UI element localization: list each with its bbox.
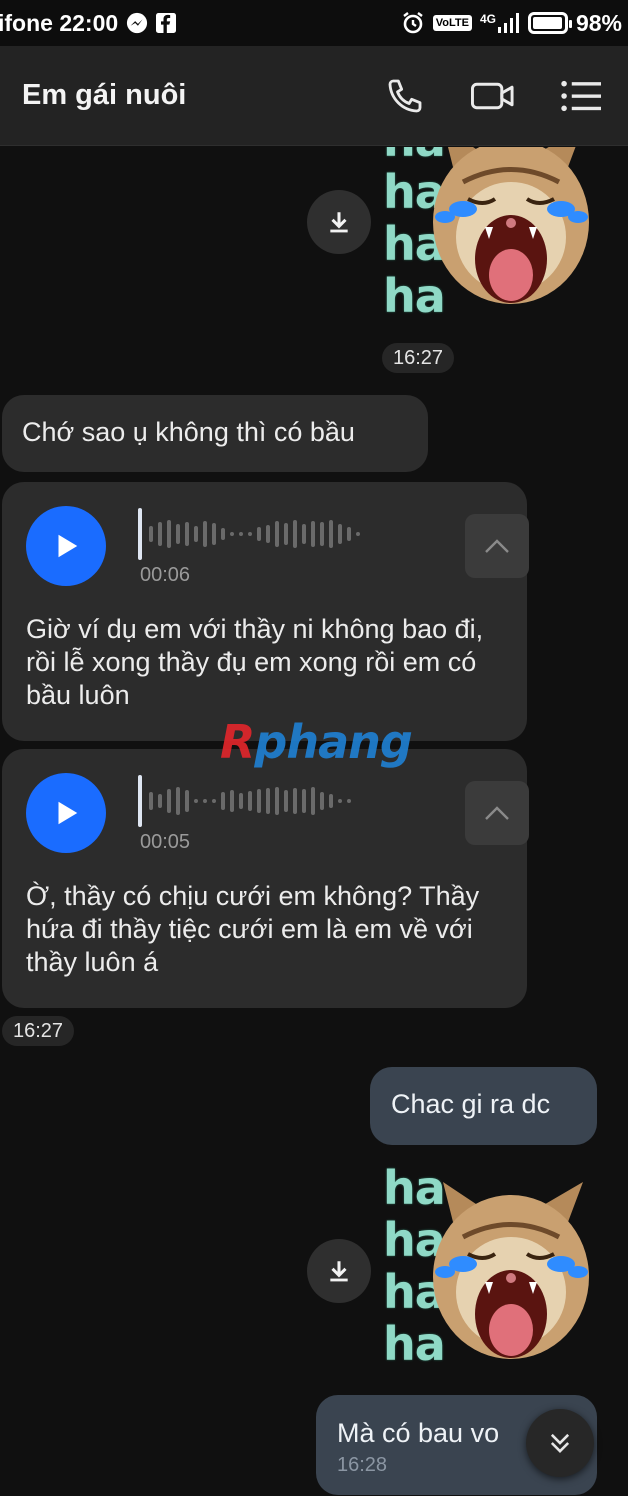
- scroll-to-bottom-button[interactable]: [526, 1409, 594, 1477]
- voice-duration: 00:05: [140, 831, 191, 853]
- play-voice-button[interactable]: [26, 773, 106, 853]
- watermark-logo: Rphang: [220, 715, 413, 769]
- chat-menu-button[interactable]: [556, 71, 606, 121]
- incoming-message-bubble[interactable]: Chớ sao ụ không thì có bầu: [2, 395, 428, 472]
- download-icon: [330, 212, 348, 233]
- play-icon: [58, 801, 78, 825]
- volte-icon: VoLTE: [432, 15, 472, 31]
- video-call-button[interactable]: [468, 71, 518, 121]
- collapse-transcript-button[interactable]: [465, 514, 529, 578]
- message-text: Chớ sao ụ không thì có bầu: [22, 417, 355, 447]
- voice-player: 00:06: [26, 506, 529, 586]
- voice-waveform[interactable]: [138, 773, 351, 829]
- message-timestamp: 16:27: [2, 1016, 75, 1046]
- video-call-icon: [471, 82, 514, 109]
- contact-name[interactable]: Em gái nuôi: [22, 79, 342, 112]
- messenger-icon: [126, 12, 148, 34]
- download-icon: [330, 1261, 348, 1282]
- carrier-time: ifone 22:00: [0, 9, 119, 36]
- cat-laughing-sticker[interactable]: ha ha ha ha: [383, 147, 598, 319]
- battery-percent: 98%: [575, 9, 622, 36]
- download-sticker-button[interactable]: [307, 190, 371, 254]
- chat-messages[interactable]: ha ha ha ha 16:27 Chớ sao ụ không thì có…: [0, 147, 628, 1496]
- download-sticker-button[interactable]: [307, 1239, 371, 1303]
- chat-header: Em gái nuôi: [0, 46, 628, 146]
- menu-icon: [561, 80, 601, 111]
- message-timestamp: 16:27: [382, 343, 455, 373]
- alarm-icon: [401, 11, 425, 35]
- play-icon: [58, 534, 78, 558]
- message-text: Chac gi ra dc: [391, 1089, 551, 1119]
- incoming-voice-message[interactable]: 00:06 Giờ ví dụ em với thầy ni không bao…: [2, 482, 529, 741]
- crying-laughing-cat-image: [433, 147, 589, 304]
- chevron-up-icon: [485, 806, 509, 820]
- play-voice-button[interactable]: [26, 506, 106, 586]
- voice-transcript: Giờ ví dụ em với thầy ni không bao đi, r…: [26, 614, 484, 710]
- signal-icon: 4G: [480, 13, 520, 33]
- phone-icon: [388, 79, 422, 112]
- chevron-up-icon: [485, 539, 509, 553]
- double-chevron-down-icon: [550, 1433, 570, 1453]
- facebook-icon: [156, 13, 177, 33]
- collapse-transcript-button[interactable]: [465, 781, 529, 845]
- voice-transcript: Ờ, thầy có chịu cưới em không? Thầy hứa …: [26, 881, 480, 977]
- incoming-voice-message[interactable]: 00:05 Ờ, thầy có chịu cưới em không? Thầ…: [2, 749, 529, 1008]
- voice-player: 00:05: [26, 773, 529, 853]
- crying-laughing-cat-image: [433, 1182, 589, 1359]
- outgoing-message-bubble[interactable]: Chac gi ra dc: [370, 1067, 597, 1145]
- voice-waveform[interactable]: [138, 506, 360, 562]
- voice-duration: 00:06: [140, 564, 191, 586]
- cat-laughing-sticker[interactable]: ha ha ha ha: [383, 1165, 598, 1375]
- status-bar: ifone 22:00 VoLTE 4G 98%: [0, 0, 628, 46]
- phone-call-button[interactable]: [380, 71, 430, 121]
- battery-icon: [527, 12, 572, 34]
